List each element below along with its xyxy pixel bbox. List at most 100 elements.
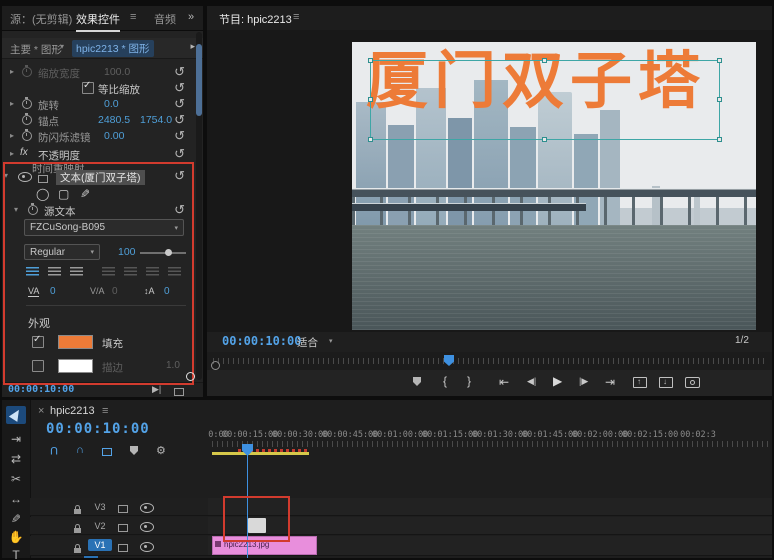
track-select-tool-icon[interactable]: ⇥ xyxy=(6,432,26,450)
track-v3[interactable]: V3 xyxy=(30,498,772,516)
reset-icon[interactable]: ↺ xyxy=(174,168,185,184)
snap-icon[interactable]: U xyxy=(50,444,58,456)
fill-color-swatch[interactable] xyxy=(58,335,93,349)
program-scrubber[interactable] xyxy=(207,352,772,370)
add-marker-icon[interactable] xyxy=(413,377,421,386)
stopwatch-icon[interactable] xyxy=(22,115,32,125)
comparison-view-icon[interactable] xyxy=(174,388,184,396)
source-patch-icon[interactable] xyxy=(118,544,128,552)
track-visibility-eye-icon[interactable] xyxy=(140,503,154,513)
source-patch-icon[interactable] xyxy=(118,524,128,532)
export-frame-icon[interactable] xyxy=(685,377,700,388)
program-playhead[interactable] xyxy=(444,355,454,366)
track-label-active[interactable]: V1 xyxy=(88,539,112,551)
chevron-right-icon[interactable]: ▸ xyxy=(10,67,14,76)
image-clip[interactable]: hpic2213.jpg xyxy=(212,536,317,555)
reset-icon[interactable]: ↺ xyxy=(174,96,185,112)
program-timecode[interactable]: 00:00:10:00 xyxy=(222,334,301,348)
selection-bounding-box[interactable] xyxy=(370,60,720,140)
align-left-icon[interactable] xyxy=(26,267,39,276)
stroke-checkbox[interactable] xyxy=(32,360,44,372)
param-value-y[interactable]: 1754.0 xyxy=(140,114,172,126)
lock-icon[interactable] xyxy=(74,548,81,553)
tab-source-monitor[interactable]: 源：(无剪辑) xyxy=(10,11,72,27)
lift-icon[interactable] xyxy=(633,377,647,388)
track-v2[interactable]: V2 xyxy=(30,517,772,535)
chevron-right-icon[interactable]: ▸ xyxy=(10,99,14,108)
reset-icon[interactable]: ↺ xyxy=(174,64,185,80)
playback-resolution-dropdown[interactable]: 1/2 xyxy=(735,335,749,346)
reset-icon[interactable]: ↺ xyxy=(174,80,185,96)
timeline-timecode[interactable]: 00:00:10:00 xyxy=(46,421,150,437)
selection-handle[interactable] xyxy=(368,58,373,63)
tracking-value[interactable]: 0 xyxy=(50,286,56,297)
track-v1[interactable]: V1 hpic2213.jpg xyxy=(30,536,772,556)
extract-icon[interactable] xyxy=(659,377,673,388)
param-value-x[interactable]: 2480.5 xyxy=(98,114,130,126)
chevron-right-icon[interactable]: ▸ xyxy=(10,131,14,140)
justify-last-right-icon[interactable] xyxy=(146,267,159,276)
param-value[interactable]: 100.0 xyxy=(104,66,130,78)
align-center-icon[interactable] xyxy=(48,267,61,276)
track-label[interactable]: V2 xyxy=(88,520,112,532)
tab-overflow-icon[interactable]: » xyxy=(188,11,194,23)
go-to-in-icon[interactable]: ⇤ xyxy=(499,375,509,389)
chevron-down-icon[interactable]: ▾ xyxy=(14,205,18,214)
panel-menu-icon[interactable]: ≡ xyxy=(102,405,108,417)
zoom-level-dropdown[interactable]: 适合 xyxy=(297,335,318,350)
step-back-icon[interactable]: ◀| xyxy=(527,376,536,387)
justify-full-icon[interactable] xyxy=(168,267,181,276)
stopwatch-icon[interactable] xyxy=(22,67,32,77)
kerning-value[interactable]: 0 xyxy=(112,286,118,297)
razor-tool-icon[interactable]: ✂ xyxy=(6,472,26,490)
selection-handle[interactable] xyxy=(717,137,722,142)
go-to-out-icon[interactable]: ⇥ xyxy=(605,375,615,389)
selection-handle[interactable] xyxy=(717,58,722,63)
track-visibility-eye-icon[interactable] xyxy=(140,542,154,552)
ripple-edit-tool-icon[interactable]: ⇄ xyxy=(6,452,26,470)
mark-out-icon[interactable]: } xyxy=(467,374,471,388)
selection-handle[interactable] xyxy=(368,97,373,102)
type-tool-icon[interactable]: T xyxy=(6,548,26,560)
selection-handle[interactable] xyxy=(542,58,547,63)
ellipse-tool-icon[interactable]: ◯ xyxy=(36,187,49,201)
stopwatch-icon[interactable] xyxy=(28,205,38,215)
timeline-playhead-line[interactable] xyxy=(247,446,248,558)
timeline-settings-wrench-icon[interactable]: ⚙ xyxy=(156,444,166,457)
tab-program-monitor[interactable]: 节目: hpic2213 xyxy=(219,11,292,27)
selection-handle[interactable] xyxy=(542,137,547,142)
step-forward-icon[interactable]: |▶ xyxy=(579,376,588,387)
reset-icon[interactable]: ↺ xyxy=(174,128,185,144)
pen-tool-icon[interactable]: ✎ xyxy=(6,512,26,530)
timeline-ruler[interactable]: :00:00 00:00:15:00 00:00:30:00 00:00:45:… xyxy=(208,428,772,448)
video-frame[interactable]: 厦门双子塔 xyxy=(352,42,756,330)
uniform-scale-checkbox[interactable] xyxy=(82,82,94,94)
hand-tool-icon[interactable]: ✋ xyxy=(6,530,26,548)
stopwatch-icon[interactable] xyxy=(22,99,32,109)
stopwatch-icon[interactable] xyxy=(22,131,32,141)
reset-icon[interactable]: ↺ xyxy=(174,112,185,128)
font-family-dropdown[interactable]: FZCuSong-B095 ▾ xyxy=(24,219,184,236)
chevron-down-icon[interactable]: ▾ xyxy=(4,171,8,180)
fill-checkbox[interactable] xyxy=(32,336,44,348)
source-patch-icon[interactable] xyxy=(118,505,128,513)
font-size-slider[interactable] xyxy=(140,252,186,254)
linked-selection-icon[interactable]: ∩ xyxy=(76,444,84,456)
chevron-down-icon[interactable]: ▾ xyxy=(329,337,333,345)
tab-sequence[interactable]: hpic2213 xyxy=(50,405,95,417)
track-a1-sliver[interactable] xyxy=(84,556,98,558)
panel-menu-icon[interactable]: ≡ xyxy=(130,11,136,23)
clip-name-selector[interactable]: hpic2213 * 图形 xyxy=(72,40,154,57)
align-right-icon[interactable] xyxy=(70,267,83,276)
rectangle-tool-icon[interactable]: ▢ xyxy=(58,187,69,201)
selection-handle[interactable] xyxy=(717,97,722,102)
nest-sequence-icon[interactable] xyxy=(102,448,112,456)
mark-in-icon[interactable]: { xyxy=(443,374,447,388)
scrollbar-thumb[interactable] xyxy=(196,44,202,116)
font-size-value[interactable]: 100 xyxy=(118,246,136,258)
selection-handle[interactable] xyxy=(368,137,373,142)
chevron-down-icon[interactable]: ▾ xyxy=(60,42,64,51)
tab-audio-mixer[interactable]: 音频 xyxy=(154,11,176,27)
param-value[interactable]: 0.0 xyxy=(104,98,119,110)
stroke-width-value[interactable]: 1.0 xyxy=(166,360,180,371)
